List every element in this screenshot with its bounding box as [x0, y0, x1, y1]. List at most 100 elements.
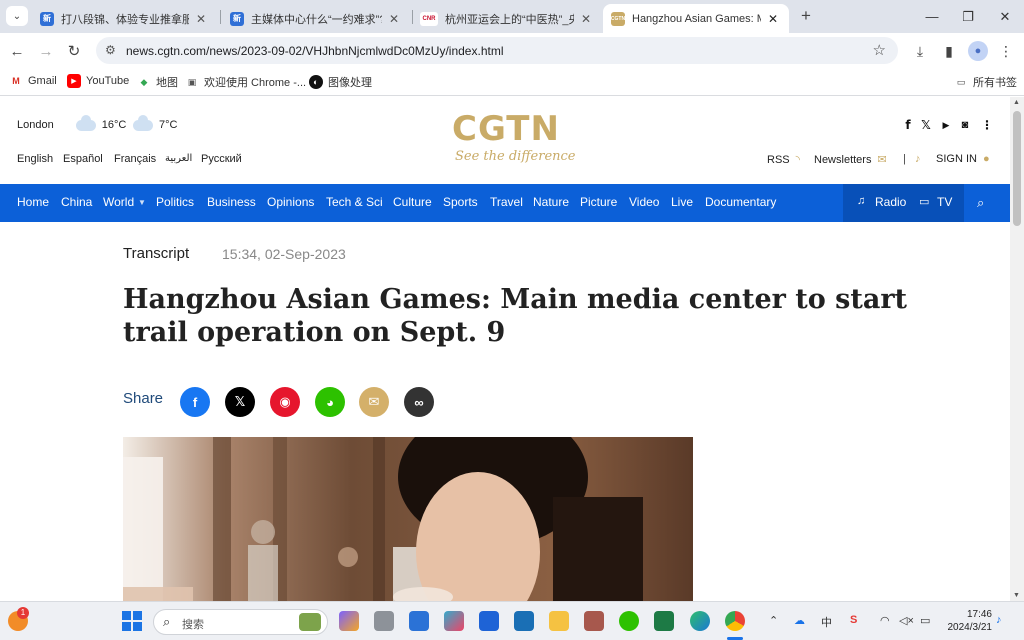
task-view-icon[interactable] [374, 611, 394, 631]
onedrive-icon[interactable]: ☁ [794, 614, 805, 627]
nav-nature[interactable]: Nature [533, 195, 569, 209]
all-bookmarks[interactable]: ▭ 所有书签 [954, 74, 1017, 90]
notifications-button[interactable]: ♪ [915, 153, 921, 165]
facebook-icon[interactable]: f [901, 118, 915, 132]
clock-date: 2024/3/21 [947, 622, 993, 633]
nav-politics[interactable]: Politics [156, 195, 194, 209]
article-category[interactable]: Transcript [123, 245, 189, 262]
instagram-icon[interactable]: ◙ [958, 118, 972, 132]
scroll-up-arrow[interactable]: ▲ [1013, 99, 1020, 106]
nav-culture[interactable]: Culture [393, 195, 432, 209]
copilot-icon[interactable] [339, 611, 359, 631]
bell-icon: ♪ [915, 153, 921, 165]
chrome-icon[interactable] [725, 611, 745, 631]
more-icon[interactable]: ⋮ [980, 118, 994, 132]
side-panel-icon[interactable]: ▮ [939, 41, 959, 61]
window-close-button[interactable]: ✕ [987, 0, 1023, 33]
battery-icon[interactable]: ▭ [920, 614, 930, 627]
paint-app-icon[interactable] [584, 611, 604, 631]
share-x-icon[interactable]: 𝕏 [225, 387, 255, 417]
new-tab-button[interactable]: + [796, 6, 816, 26]
nav-video[interactable]: Video [629, 195, 659, 209]
file-explorer-icon[interactable] [549, 611, 569, 631]
site-info-icon[interactable]: ⚙ [105, 43, 116, 57]
share-weibo-icon[interactable]: ◉ [270, 387, 300, 417]
nav-travel[interactable]: Travel [490, 195, 523, 209]
browser-tab-1[interactable]: 新 打八段锦、体验专业推拿服务… ✕ [32, 4, 217, 33]
bookmark-chrome-welcome[interactable]: ▣ 欢迎使用 Chrome -... [185, 74, 306, 90]
bookmark-youtube[interactable]: ▶ YouTube [67, 74, 129, 88]
volume-muted-icon[interactable]: ◁× [899, 614, 914, 627]
bookmark-image-processing[interactable]: ◐ 图像处理 [309, 74, 372, 90]
close-icon[interactable]: ✕ [578, 12, 594, 26]
bookmark-gmail[interactable]: M Gmail [9, 74, 56, 88]
azure-icon[interactable] [514, 611, 534, 631]
nav-tech-sci[interactable]: Tech & Sci [326, 195, 383, 209]
tab-search-button[interactable]: ⌄ [6, 6, 28, 26]
mail-app-icon[interactable] [479, 611, 499, 631]
nav-china[interactable]: China [61, 195, 92, 209]
reload-button[interactable]: ↻ [62, 39, 86, 63]
newsletters-link[interactable]: Newsletters ✉ [814, 153, 887, 167]
lang-arabic[interactable]: العربية [165, 153, 192, 164]
nav-sports[interactable]: Sports [443, 195, 478, 209]
nav-documentary[interactable]: Documentary [705, 195, 776, 209]
wifi-icon[interactable]: ◠ [880, 614, 890, 627]
excel-icon[interactable] [654, 611, 674, 631]
nav-world[interactable]: World [103, 195, 134, 209]
nav-opinions[interactable]: Opinions [267, 195, 314, 209]
page-scrollbar[interactable]: ▲ ▼ [1010, 97, 1024, 601]
restore-button[interactable]: ❐ [950, 0, 986, 33]
forward-button[interactable]: → [34, 39, 58, 63]
nav-picture[interactable]: Picture [580, 195, 617, 209]
close-icon[interactable]: ✕ [765, 12, 781, 26]
scroll-down-arrow[interactable]: ▼ [1013, 592, 1020, 599]
menu-icon[interactable]: ⋮ [996, 41, 1016, 61]
notification-bell-icon[interactable]: ♪ [996, 614, 1002, 626]
system-clock[interactable]: 17:46 2024/3/21 [942, 608, 993, 634]
bookmark-star-icon[interactable]: ☆ [873, 41, 886, 59]
download-icon[interactable]: ⤓ [910, 41, 930, 61]
sogou-ime-icon[interactable]: S [850, 614, 857, 626]
tray-overflow-icon[interactable]: ⌃ [769, 614, 778, 627]
wechat-icon[interactable] [619, 611, 639, 631]
browser-tab-2[interactable]: 新 主媒体中心什么“一约难求”? 不 ✕ [222, 4, 410, 33]
share-facebook-icon[interactable]: f [180, 387, 210, 417]
sign-in-link[interactable]: SIGN IN ● [936, 153, 990, 165]
browser-tab-active[interactable]: CGTN Hangzhou Asian Games: Main ✕ [603, 4, 789, 33]
share-link-icon[interactable]: ∞ [404, 387, 434, 417]
close-icon[interactable]: ✕ [193, 12, 209, 26]
rss-link[interactable]: RSS ◝ [767, 153, 800, 167]
nav-business[interactable]: Business [207, 195, 256, 209]
lang-spanish[interactable]: Español [63, 153, 103, 165]
main-navigation: Home China World ▼ Politics Business Opi… [0, 184, 1010, 222]
taskbar-search[interactable]: ⌕ 搜索 [153, 609, 328, 635]
radio-link[interactable]: Radio [875, 195, 906, 209]
share-wechat-icon[interactable]: ◕ [315, 387, 345, 417]
bookmark-maps[interactable]: ◆ 地图 [137, 74, 178, 90]
x-twitter-icon[interactable]: 𝕏 [919, 118, 933, 132]
windows-start-icon[interactable] [122, 611, 142, 631]
back-button[interactable]: ← [5, 39, 29, 63]
lang-russian[interactable]: Русский [201, 153, 242, 165]
ime-indicator[interactable]: 中 [821, 614, 832, 630]
lang-french[interactable]: Français [114, 153, 156, 165]
lang-english[interactable]: English [17, 153, 53, 165]
address-bar[interactable]: ⚙ news.cgtn.com/news/2023-09-02/VHJhbnNj… [96, 37, 898, 64]
photos-icon[interactable] [444, 611, 464, 631]
share-email-icon[interactable]: ✉ [359, 387, 389, 417]
microsoft-store-icon[interactable] [409, 611, 429, 631]
nav-live[interactable]: Live [671, 195, 693, 209]
minimize-button[interactable]: — [914, 0, 950, 33]
profile-avatar[interactable]: ● [968, 41, 988, 61]
nav-home[interactable]: Home [17, 195, 49, 209]
search-icon[interactable]: ⌕ [977, 195, 984, 211]
scrollbar-thumb[interactable] [1013, 111, 1021, 226]
close-icon[interactable]: ✕ [386, 12, 402, 26]
edge-icon[interactable] [690, 611, 710, 631]
tv-link[interactable]: TV [937, 195, 952, 209]
browser-tab-3[interactable]: CNR 杭州亚运会上的“中医热”_央广网 ✕ [412, 4, 602, 33]
cgtn-logo[interactable]: CGTN [452, 109, 560, 149]
chevron-down-icon[interactable]: ▼ [138, 198, 146, 207]
youtube-icon[interactable]: ▶ [939, 118, 953, 132]
